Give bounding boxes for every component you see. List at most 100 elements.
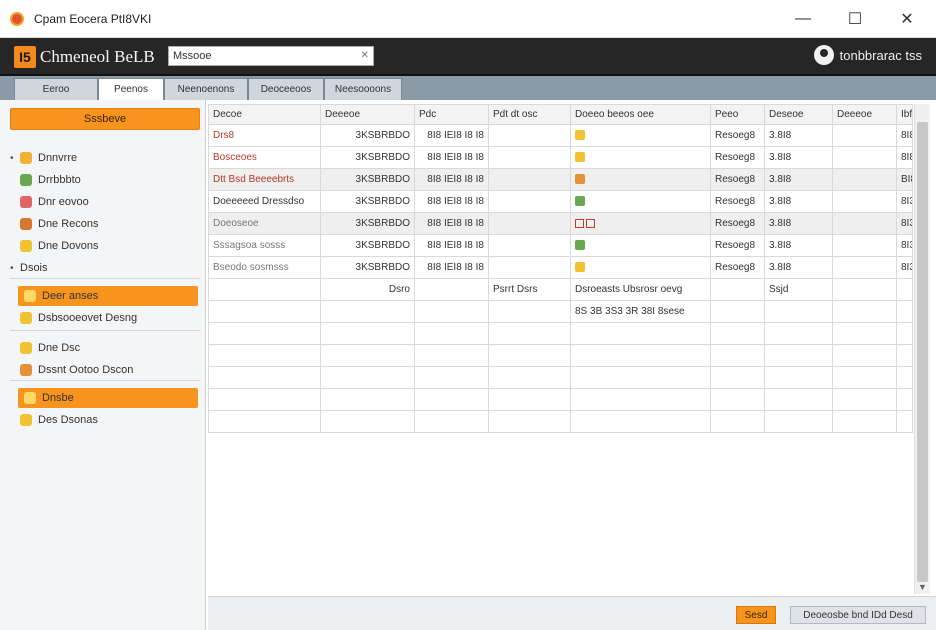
table-cell: BI8 B3B 38 [896, 168, 913, 191]
column-header[interactable]: Ibf [896, 104, 913, 125]
brand-name: Chmeneol BeLB [40, 47, 155, 66]
sidebar-item-5[interactable]: • Dsois [10, 258, 48, 278]
row-checkbox[interactable] [575, 218, 584, 228]
sidebar-item-2[interactable]: Dnr eovoo [10, 192, 89, 212]
nav-bullet: • [10, 152, 14, 164]
folder-icon [20, 218, 32, 230]
table-cell [414, 300, 489, 323]
table-cell: Bosceoes [208, 146, 321, 169]
table-row[interactable] [208, 344, 913, 367]
cell-text: 8S 3B 3S3 3R 38I 8sese [575, 306, 685, 317]
secondary-action-button[interactable]: Deoeosbe bnd IDd Desd [790, 606, 926, 624]
sidebar-divider [10, 380, 200, 381]
sidebar-item-9[interactable]: Dssnt Ootoo Dscon [10, 360, 133, 380]
cell-text: 8I38 [901, 196, 912, 207]
table-cell [570, 146, 711, 169]
table-cell [488, 212, 571, 235]
table-cell: 8I8 IEI8 I8 I8 [414, 212, 489, 235]
table-row[interactable] [208, 322, 913, 345]
table-row[interactable]: Drs8 3KSBRBDO 8I8 IEI8 I8 I8 Resoeg8 3.8I8 8I… [208, 124, 913, 147]
table-cell [832, 146, 897, 169]
table-row[interactable]: 8S 3B 3S3 3R 38I 8sese [208, 300, 913, 323]
table-cell: 3.8I8 [764, 234, 833, 257]
table-cell [488, 366, 571, 389]
status-icon [575, 240, 585, 251]
sidebar-action-button[interactable]: Sssbeve [10, 108, 200, 130]
table-cell [208, 278, 321, 301]
sidebar-divider [10, 278, 200, 279]
column-header[interactable]: Doeeo beeos oee [570, 104, 711, 125]
tab-3[interactable]: Deoceeoos [248, 78, 324, 100]
cell-text: Resoeg8 [715, 196, 756, 207]
table-cell: 3KSBRBDO [320, 124, 415, 147]
table-cell [764, 410, 833, 433]
sidebar-item-3[interactable]: Dne Recons [10, 214, 99, 234]
folder-icon [20, 174, 32, 186]
table-row[interactable]: Doeeeeed Dressdso 3KSBRBDO 8I8 IEI8 I8 I8 R… [208, 190, 913, 213]
cell-text: 8I8 38 [901, 152, 912, 163]
sidebar-item-8[interactable]: Dne Dsc [10, 338, 80, 358]
sidebar-item-10[interactable]: Dnsbe [18, 388, 198, 408]
sidebar-item-7[interactable]: Dsbsooeovet Desng [10, 308, 137, 328]
table-cell: 8I38 [896, 256, 913, 279]
column-header[interactable]: Pdt dt osc [488, 104, 571, 125]
cell-text: Resoeg8 [715, 152, 756, 163]
scroll-down-icon[interactable]: ▼ [918, 582, 927, 592]
cell-text: Dsro [388, 284, 410, 295]
table-cell [320, 300, 415, 323]
vertical-scrollbar[interactable]: ▼ [914, 104, 930, 594]
send-button[interactable]: Sesd [736, 606, 776, 624]
table-cell: Resoeg8 [710, 234, 765, 257]
table-row[interactable]: Bseodo sosmsss 3KSBRBDO 8I8 IEI8 I8 I8 Reso… [208, 256, 913, 279]
table-row[interactable] [208, 388, 913, 411]
tab-strip: Eeroo Peenos Neenoenons Deoceeoos Neesoo… [0, 76, 936, 100]
sidebar-item-11[interactable]: Des Dsonas [10, 410, 98, 430]
table-cell: Resoeg8 [710, 256, 765, 279]
tab-1[interactable]: Peenos [98, 78, 164, 100]
sidebar-item-label: Dsois [20, 262, 48, 274]
table-row[interactable]: Doeoseoe 3KSBRBDO 8I8 IEI8 I8 I8 Resoeg8 3.8… [208, 212, 913, 235]
table-cell [570, 234, 711, 257]
sidebar-item-4[interactable]: Dne Dovons [10, 236, 99, 256]
user-menu[interactable]: tonbbrarac tss [813, 45, 922, 65]
tab-4[interactable]: Neesoooons [324, 78, 402, 100]
table-cell [710, 344, 765, 367]
cell-text: 3.8I8 [769, 196, 792, 207]
cell-text: 8I8 IEI8 I8 I8 [427, 174, 484, 185]
cell-text: 8I38 [901, 240, 912, 251]
cell-text: 8I38 [901, 218, 912, 229]
column-header[interactable]: Deeeoe [320, 104, 415, 125]
close-button[interactable]: ✕ [894, 6, 920, 32]
cell-text: 3.8I8 [769, 262, 792, 273]
sidebar-item-label: Dnr eovoo [38, 196, 89, 208]
table-row[interactable]: Dsro Psrrt Dsrs Dsroeasts Ubsrosr oevg Ssjd [208, 278, 913, 301]
table-cell [896, 388, 913, 411]
row-checkbox[interactable] [586, 218, 595, 228]
column-header[interactable]: Peeo [710, 104, 765, 125]
maximize-button[interactable]: ☐ [842, 6, 868, 32]
minimize-button[interactable]: — [790, 6, 816, 32]
folder-icon [20, 240, 32, 252]
table-cell [488, 300, 571, 323]
tab-0[interactable]: Eeroo [14, 78, 98, 100]
sidebar-item-0[interactable]: • Dnnvrre [10, 148, 77, 168]
sidebar-item-1[interactable]: Drrbbbto [10, 170, 81, 190]
column-header[interactable]: Pdc [414, 104, 489, 125]
table-cell [488, 322, 571, 345]
search-input[interactable]: Mssooe ✕ [168, 46, 374, 66]
table-row[interactable] [208, 366, 913, 389]
column-header[interactable]: Decoe [208, 104, 321, 125]
table-row[interactable]: Dtt Bsd Beeeebrts 3KSBRBDO 8I8 IEI8 I8 I8 R… [208, 168, 913, 191]
column-header[interactable]: Deseoe [764, 104, 833, 125]
sidebar-item-6[interactable]: Deer anses [18, 286, 198, 306]
table-row[interactable]: Bosceoes 3KSBRBDO 8I8 IEI8 I8 I8 Resoeg8 3.8… [208, 146, 913, 169]
cell-text: 3.8I8 [769, 218, 792, 229]
table-row[interactable]: Sssagsoa sosss 3KSBRBDO 8I8 IEI8 I8 I8 Reso… [208, 234, 913, 257]
clear-search-icon[interactable]: ✕ [361, 50, 369, 61]
cell-text: Dsroeasts Ubsrosr oevg [575, 284, 683, 295]
scrollbar-thumb[interactable] [917, 122, 928, 582]
tab-2[interactable]: Neenoenons [164, 78, 248, 100]
column-header[interactable]: Deeeoe [832, 104, 897, 125]
table-row[interactable] [208, 410, 913, 433]
status-icon [575, 262, 585, 273]
